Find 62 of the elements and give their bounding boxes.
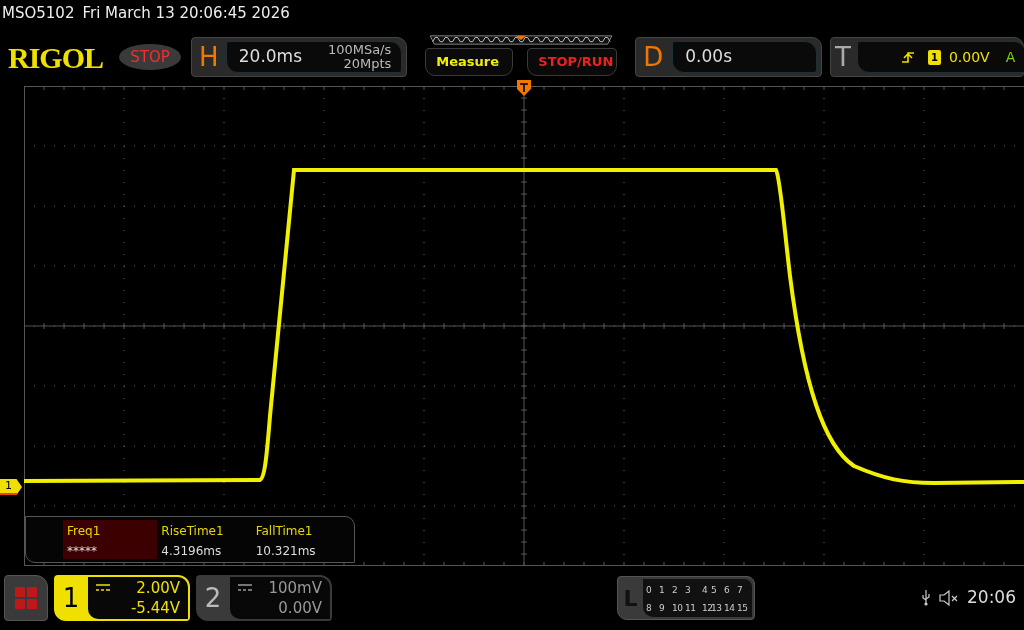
channel-number: 2 xyxy=(203,581,223,615)
stop-run-button[interactable]: STOP/RUN xyxy=(527,48,618,76)
timebase-value: 20.0ms xyxy=(237,45,303,69)
horizontal-panel[interactable]: H 20.0ms 100MSa/s 20Mpts xyxy=(190,37,408,77)
logic-channel-number: 11 xyxy=(685,602,697,615)
channel-panel[interactable]: 2 100mV 0.00V xyxy=(196,575,332,621)
measurement-value: 4.3196ms xyxy=(161,543,223,560)
logic-channel-number: 7 xyxy=(737,584,744,597)
logic-channel-number: 10 xyxy=(672,602,684,615)
trigger-source: 1 xyxy=(927,49,941,65)
delay-value: 0.00s xyxy=(684,45,732,69)
trigger-level: 0.00V xyxy=(948,47,990,67)
trigger-label: T xyxy=(835,44,851,70)
date-time: Fri March 13 20:06:45 2026 xyxy=(82,3,290,24)
logic-channel-number: 0 xyxy=(646,584,653,597)
logic-channel-number: 15 xyxy=(737,602,749,615)
dc-coupling-icon xyxy=(238,584,252,592)
clock-time: 20:06 xyxy=(967,586,1016,610)
sample-rate: 100MSa/s xyxy=(327,43,392,57)
measurement-item[interactable]: Freq1 ***** xyxy=(63,520,158,559)
logic-channel-number: 2 xyxy=(672,584,679,597)
trigger-mode: A xyxy=(1005,47,1016,67)
measurement-name: RiseTime1 xyxy=(161,523,225,540)
measurement-name: FallTime1 xyxy=(255,523,314,540)
channel-number: 1 xyxy=(61,581,81,615)
logic-channel-number: 1 xyxy=(659,584,666,597)
model-name: MSO5102 xyxy=(2,3,75,24)
channel-offset: -5.44V xyxy=(129,598,180,618)
logic-channel-number: 12 xyxy=(702,602,710,615)
trigger-position-marker-icon xyxy=(517,80,531,96)
measurement-item[interactable]: FallTime1 10.321ms xyxy=(251,520,346,559)
logic-channel-number: 5 xyxy=(711,584,718,597)
logic-channel-number: 9 xyxy=(659,602,666,615)
menu-button[interactable] xyxy=(4,575,48,621)
memory-depth: 20Mpts xyxy=(342,57,392,71)
measurement-item[interactable]: RiseTime1 4.3196ms xyxy=(157,520,252,559)
delay-label: D xyxy=(642,44,665,70)
logic-channel-number: 14 xyxy=(724,602,736,615)
channel-marker: 1 xyxy=(0,479,22,495)
delay-panel[interactable]: D 0.00s xyxy=(635,37,822,77)
measurement-value: 10.321ms xyxy=(255,543,317,560)
horizontal-label: H xyxy=(198,44,220,70)
channel-panel[interactable]: 1 2.00V -5.44V xyxy=(54,575,190,621)
measurement-name: Freq1 xyxy=(67,523,102,540)
grid-squares-icon xyxy=(15,587,37,609)
logic-channel-number: 4 xyxy=(702,584,709,597)
run-state-indicator: STOP xyxy=(119,44,181,70)
logic-channel-number: 8 xyxy=(646,602,653,615)
rising-edge-icon xyxy=(901,51,914,63)
measure-button[interactable]: Measure xyxy=(425,48,514,76)
channel-scale: 2.00V xyxy=(136,578,180,598)
trigger-panel[interactable]: T 1 0.00V A xyxy=(830,37,1024,77)
brand-logo: RIGOL xyxy=(8,39,105,76)
muted-speaker-icon xyxy=(939,590,959,606)
channel-offset: 0.00V xyxy=(277,598,322,618)
logic-channel-number: 3 xyxy=(685,584,692,597)
logic-channel-number: 6 xyxy=(724,584,731,597)
logic-channel-number: 13 xyxy=(711,602,723,615)
dc-coupling-icon xyxy=(96,584,110,592)
usb-icon xyxy=(921,590,931,606)
measurement-value: ***** xyxy=(67,543,98,560)
channel-scale: 100mV xyxy=(268,578,322,598)
